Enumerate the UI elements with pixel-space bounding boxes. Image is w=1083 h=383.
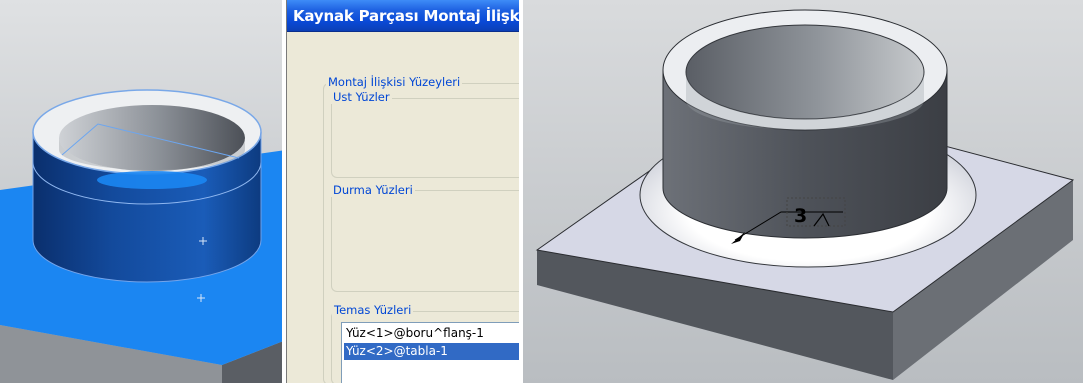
group-label-contact-faces: Temas Yüzleri	[332, 303, 414, 317]
cylinder-inner-hole	[59, 105, 245, 171]
list-item-selected[interactable]: Yüz<2>@tabla-1	[344, 343, 520, 360]
right-3d-viewport[interactable]: 3	[523, 0, 1083, 383]
group-label-stop-faces: Durma Yüzleri	[331, 183, 415, 197]
group-top-faces[interactable]	[331, 98, 520, 178]
left-3d-viewport[interactable]	[0, 0, 286, 383]
group-stop-faces[interactable]	[331, 190, 520, 292]
dialog-title-bar[interactable]: Kaynak Parçası Montaj İlişk	[287, 0, 520, 32]
cylinder-inner-hole	[685, 24, 925, 120]
dialog-title: Kaynak Parçası Montaj İlişk	[293, 7, 520, 25]
list-item[interactable]: Yüz<1>@boru^flanş-1	[344, 325, 520, 342]
weld-mate-dialog: Kaynak Parçası Montaj İlişk Montaj İlişk…	[286, 0, 520, 383]
weld-size-label: 3	[794, 205, 807, 227]
group-label-mate-surfaces: Montaj İlişkisi Yüzeyleri	[326, 75, 463, 89]
contact-faces-list[interactable]: Yüz<1>@boru^flanş-1 Yüz<2>@tabla-1	[341, 322, 520, 383]
group-label-top-faces: Ust Yüzler	[331, 90, 392, 104]
